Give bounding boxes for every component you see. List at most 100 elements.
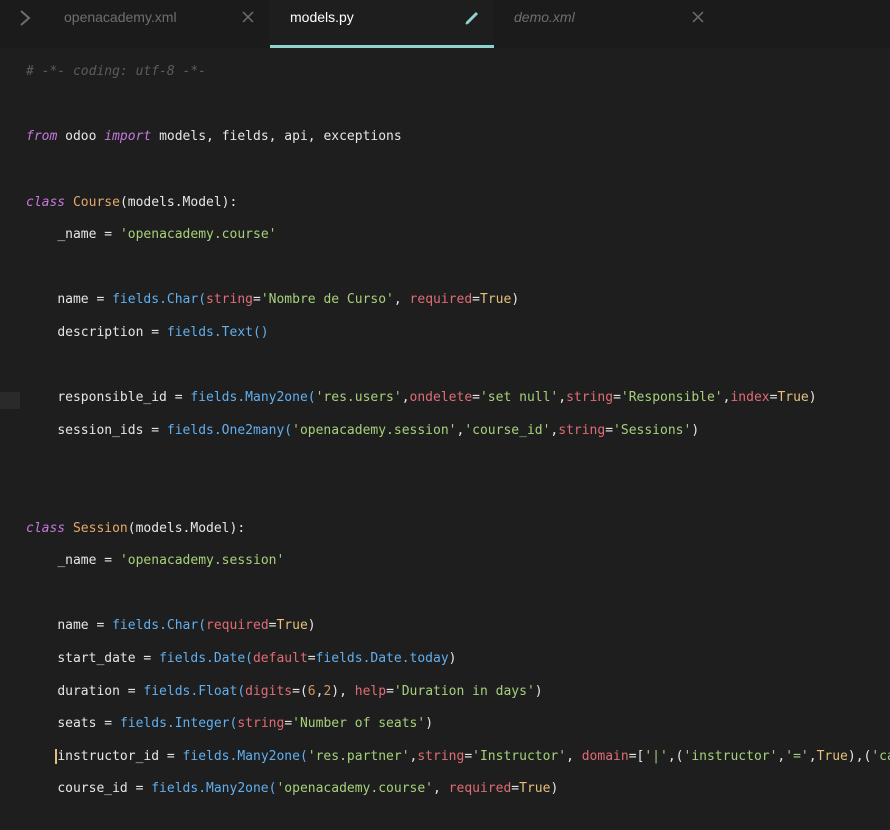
string: 'Number of seats' xyxy=(292,716,426,732)
string: 'Sessions' xyxy=(613,422,692,438)
code-line-current: instructor_id = fields.Many2one('res.par… xyxy=(26,748,890,765)
string: 'set null' xyxy=(479,390,559,406)
attr: _name = xyxy=(57,227,120,243)
bool: True xyxy=(816,748,848,764)
number: 2 xyxy=(323,683,332,699)
bool: True xyxy=(777,390,809,406)
attr: name = xyxy=(57,618,113,634)
separator: , xyxy=(393,292,410,308)
attr: _name = xyxy=(57,553,120,569)
tab-models-py[interactable]: models.py xyxy=(270,0,494,48)
code-line: name = fields.Char(required=True) xyxy=(57,618,316,634)
keyword: class xyxy=(26,194,66,210)
class-base: (models.Model): xyxy=(127,520,246,536)
close-icon[interactable] xyxy=(691,9,705,25)
paren: ) xyxy=(511,292,520,308)
code-line: class Session(models.Model): xyxy=(26,521,890,537)
close-icon[interactable] xyxy=(241,9,255,25)
string: '=' xyxy=(785,748,809,764)
attr: name = xyxy=(57,292,113,308)
attr: instructor_id = xyxy=(57,748,183,764)
kwarg: ondelete xyxy=(409,390,473,406)
string: 'categ xyxy=(871,748,890,764)
kwarg: index xyxy=(730,390,770,406)
comment: # -*- coding: utf-8 -*- xyxy=(26,64,207,80)
kwarg: string xyxy=(206,292,253,308)
code-line: _name = 'openacademy.course' xyxy=(26,227,890,243)
tab-openacademy-xml[interactable]: openacademy.xml xyxy=(44,0,270,48)
string: 'Instructor' xyxy=(472,748,567,764)
code-line: from odoo import models, fields, api, ex… xyxy=(26,129,890,145)
class-name: Session xyxy=(72,520,128,536)
function-call: fields.Char( xyxy=(112,292,207,308)
function-call: fields.One2many( xyxy=(166,422,293,438)
code-line: duration = fields.Float(digits=(6,2), he… xyxy=(57,683,543,699)
kwarg: required xyxy=(448,781,512,797)
pencil-icon[interactable] xyxy=(465,9,479,25)
attr: seats = xyxy=(57,716,120,732)
function-call: fields.Many2one( xyxy=(190,390,316,406)
string: 'openacademy.session' xyxy=(119,553,285,569)
attr: duration = xyxy=(57,683,144,699)
function-call: fields.Many2one( xyxy=(151,781,277,797)
kwarg: required xyxy=(409,292,473,308)
bool: True xyxy=(480,292,512,308)
kwarg: domain xyxy=(581,748,629,764)
string: 'Responsible' xyxy=(620,390,723,406)
function-call: fields.Char( xyxy=(112,618,207,634)
keyword: import xyxy=(104,129,152,145)
chevron-right-icon[interactable] xyxy=(18,9,32,27)
class-name: Course xyxy=(72,194,120,210)
code-line: description = fields.Text() xyxy=(26,325,890,341)
string: '|' xyxy=(644,748,668,764)
code-line: # -*- coding: utf-8 -*- xyxy=(26,64,890,80)
kwarg: string xyxy=(566,390,614,406)
kwarg: string xyxy=(237,716,285,732)
string: 'openacademy.session' xyxy=(292,422,457,438)
function-call: fields.Date( xyxy=(159,650,253,666)
attr: start_date = xyxy=(57,650,160,666)
string: 'Duration in days' xyxy=(393,683,535,699)
kwarg: string xyxy=(558,422,606,438)
tab-label: openacademy.xml xyxy=(64,9,177,25)
code-line: course_id = fields.Many2one('openacademy… xyxy=(57,781,559,797)
code-line: _name = 'openacademy.session' xyxy=(26,553,890,569)
string: 'course_id' xyxy=(464,422,551,438)
keyword: from xyxy=(26,129,58,145)
code-line: start_date = fields.Date(default=fields.… xyxy=(57,650,457,666)
string: 'res.partner' xyxy=(307,748,410,764)
module-name: odoo xyxy=(65,129,97,145)
attr: responsible_id = xyxy=(57,390,191,406)
function-call: fields.Text() xyxy=(166,325,269,341)
bool: True xyxy=(276,618,308,634)
kwarg: default xyxy=(252,650,308,666)
code-line: seats = fields.Integer(string='Number of… xyxy=(57,716,434,732)
string: 'openacademy.course' xyxy=(119,227,277,243)
class-base: (models.Model): xyxy=(119,194,238,210)
import-list: models, fields, api, exceptions xyxy=(159,129,402,145)
function-call: fields.Float( xyxy=(143,683,246,699)
string: 'Nombre de Curso' xyxy=(260,292,394,308)
current-line-gutter xyxy=(0,392,20,409)
code-line: class Course(models.Model): xyxy=(26,195,890,211)
code-content[interactable]: # -*- coding: utf-8 -*- from odoo import… xyxy=(26,48,890,830)
attr: description = xyxy=(57,325,167,341)
kwarg: digits xyxy=(245,683,293,699)
kwarg: string xyxy=(417,748,465,764)
code-line: name = fields.Char(string='Nombre de Cur… xyxy=(57,292,520,308)
attr: course_id = xyxy=(57,781,152,797)
string: 'openacademy.course' xyxy=(276,781,434,797)
function-ref: fields.Date.today xyxy=(315,650,449,666)
tab-label: demo.xml xyxy=(514,9,575,25)
tab-demo-xml[interactable]: demo.xml xyxy=(494,0,720,48)
string: 'instructor' xyxy=(683,748,778,764)
tab-label: models.py xyxy=(290,9,354,25)
code-editor[interactable]: # -*- coding: utf-8 -*- from odoo import… xyxy=(0,48,890,796)
code-line: session_ids = fields.One2many('openacade… xyxy=(57,422,700,438)
string: 'res.users' xyxy=(315,390,402,406)
kwarg: required xyxy=(206,618,269,634)
